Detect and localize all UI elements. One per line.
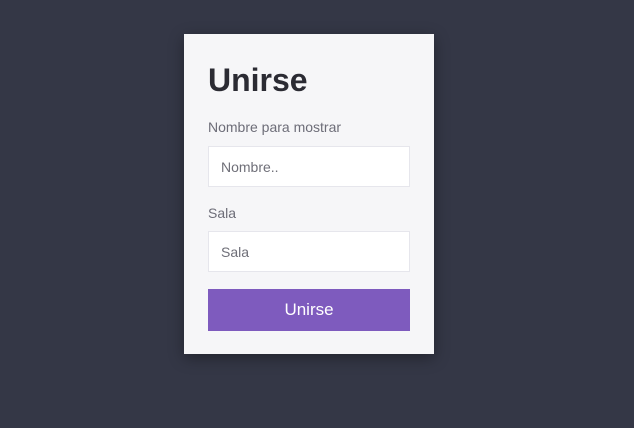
display-name-input[interactable] (208, 146, 410, 187)
room-input[interactable] (208, 231, 410, 272)
room-label: Sala (208, 205, 237, 221)
join-button[interactable]: Unirse (208, 289, 410, 331)
form-title: Unirse (208, 62, 308, 98)
display-name-label: Nombre para mostrar (208, 119, 342, 135)
join-card: Unirse Nombre para mostrar Sala Unirse (184, 34, 434, 354)
